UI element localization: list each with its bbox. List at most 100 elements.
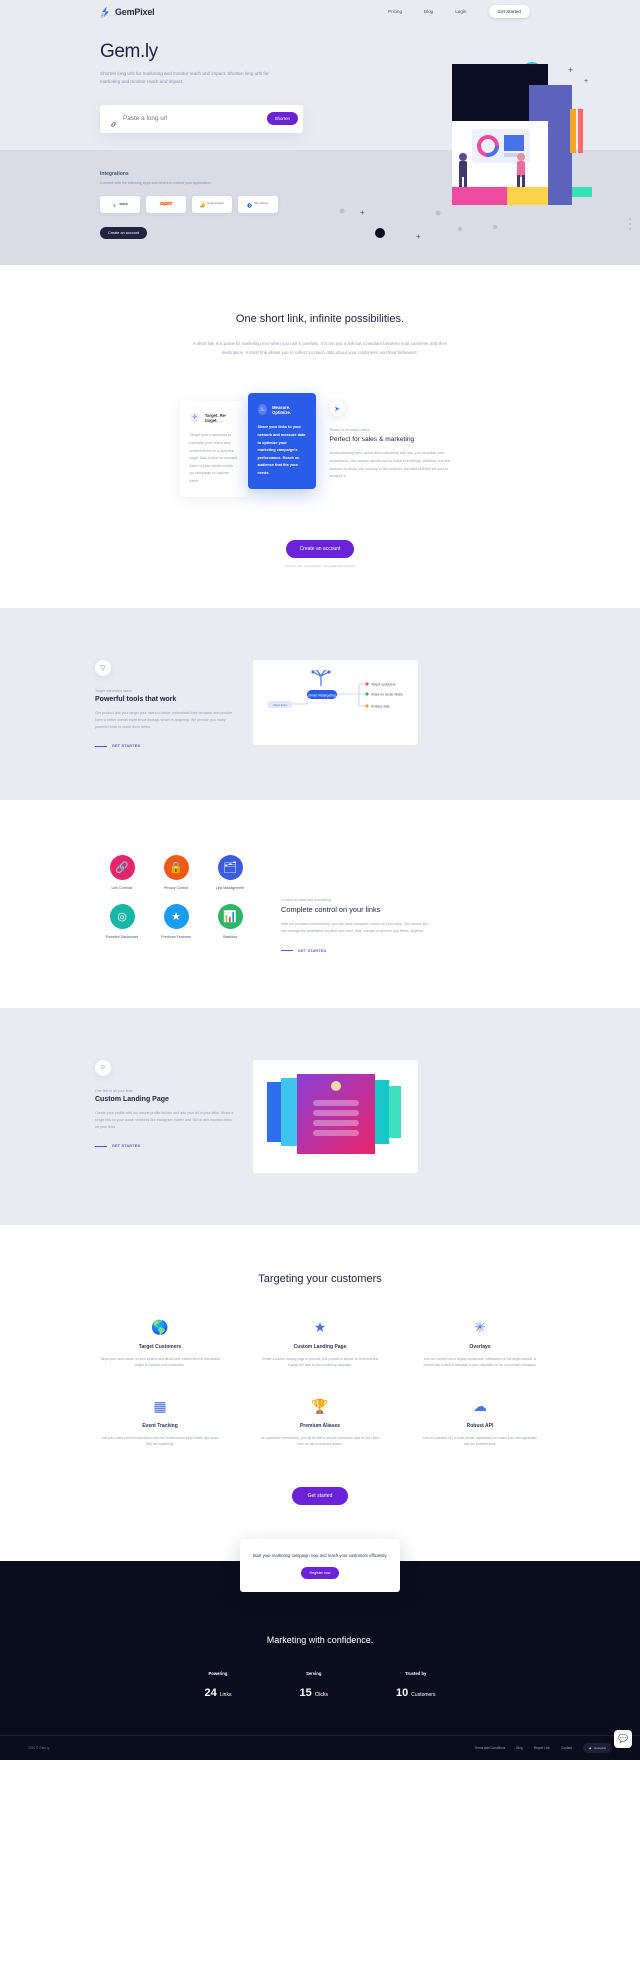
card-title: Target. Re-target.: [204, 412, 227, 423]
feature-cards: ✛ Target. Re-target. Target your custome…: [0, 393, 640, 497]
globe-icon: 🌎: [151, 1318, 169, 1335]
google-analytics-icon: [199, 195, 205, 213]
nav-item-blog[interactable]: Blog: [424, 9, 433, 14]
targeting-item-premium-aliases: 🏆 Premium Aliases As a premium membershi…: [250, 1398, 390, 1447]
targeting-section: Targeting your customers 🌎 Target Custom…: [0, 1224, 640, 1535]
targeting-item-robust-api: ☁ Robust API Use our powerful API to bui…: [410, 1398, 550, 1447]
tools-section: ▽ Target interested users Powerful tools…: [0, 607, 640, 801]
integration-zapier[interactable]: zapier: [146, 195, 186, 213]
slack-icon: [112, 195, 117, 213]
api-icon: ☁: [473, 1398, 487, 1415]
dashboard-icon: ◎: [109, 904, 135, 930]
item-title: Premium Aliases: [299, 1423, 341, 1430]
search-input[interactable]: [123, 115, 267, 123]
profile-body: Create your profile with our simple prof…: [95, 1110, 234, 1129]
brand-logo[interactable]: GemPixel: [100, 6, 155, 18]
funnel-icon: ▽: [95, 659, 111, 676]
targeting-item-target-customers: 🌎 Target Customers Target your users bas…: [90, 1319, 230, 1368]
card-sales-marketing: ➤ Reach & increase sales. Perfect for sa…: [316, 401, 461, 480]
feature-label: Statistics: [222, 935, 238, 940]
tools-body: Our product lets your target your users …: [95, 710, 233, 729]
possibilities-section: One short link, infinite possibilities. …: [0, 264, 640, 608]
feature-dashboard[interactable]: ◎ Powerful Dashboard: [95, 904, 149, 939]
stat-value: 10 Customers: [396, 1683, 435, 1701]
stat-kicker: Trusted by: [405, 1670, 427, 1676]
tools-diagram: Smart Retargeting Short links Target cus…: [253, 659, 418, 745]
feature-link-controls[interactable]: 🔗 Link Controls: [95, 855, 149, 890]
create-account-button-2[interactable]: Create an account: [285, 539, 355, 558]
feature-label: Premium Features: [161, 935, 191, 940]
targeting-item-custom-landing-page: ★ Custom Landing Page Create a custom la…: [250, 1319, 390, 1368]
premium-star-icon: ★: [163, 904, 189, 930]
cta-block: Create an account Start for free, upgrad…: [0, 537, 640, 568]
footer-link-report[interactable]: Report Link: [534, 1746, 550, 1750]
item-desc: As a premium membership, you will be abl…: [260, 1436, 380, 1447]
page-root: GemPixel Pricing Blog Login Get Started: [0, 0, 640, 1760]
item-title: Robust API: [466, 1423, 494, 1430]
svg-text:+: +: [416, 232, 421, 241]
zapier-icon: zapier: [159, 201, 173, 208]
user-circle-icon: ☺: [95, 1059, 111, 1076]
card-title: Measure. Optimize.: [272, 404, 291, 415]
page-title: Gem.ly: [100, 41, 158, 62]
footer-link-terms[interactable]: Terms and Conditions: [474, 1746, 505, 1750]
integration-bitly[interactable]: Bitly Analytics: [238, 195, 278, 213]
top-navigation: GemPixel Pricing Blog Login Get Started: [0, 0, 640, 23]
feature-privacy-control[interactable]: 🔒 Privacy Control: [149, 855, 203, 890]
get-started-button-2[interactable]: Get started: [291, 1486, 349, 1505]
card-header: ✛ Target. Re-target.: [189, 412, 238, 424]
copyright: 2020 © Gem.ly: [28, 1745, 50, 1750]
stat-clicks: Serving 15 Clicks: [299, 1671, 328, 1701]
svg-text:Analyze data: Analyze data: [371, 704, 390, 708]
footer-link-blog[interactable]: Blog: [516, 1746, 522, 1750]
stat-value: 15 Clicks: [299, 1683, 328, 1701]
create-account-button[interactable]: Create an account: [100, 226, 148, 239]
profile-split: ☺ One link to all your links Custom Land…: [0, 1059, 640, 1173]
overlay-icon: ✳: [474, 1318, 486, 1335]
feature-link-management[interactable]: 🗂 Link Management: [203, 855, 257, 890]
features-kicker: Control on each and everything.: [281, 898, 332, 903]
feature-statistics[interactable]: 📊 Statistics: [203, 904, 257, 939]
targeting-title: Targeting your customers: [258, 1272, 382, 1285]
tools-kicker: Target interested users: [95, 688, 132, 693]
footer-link-contact[interactable]: Contact: [561, 1746, 572, 1750]
targeting-grid: 🌎 Target Customers Target your users bas…: [0, 1319, 640, 1448]
feature-label: Privacy Control: [163, 886, 189, 891]
integration-slack[interactable]: slack: [100, 195, 140, 213]
chat-widget-icon[interactable]: 💬: [614, 1729, 632, 1748]
feature-premium[interactable]: ★ Premium Features: [149, 904, 203, 939]
stat-customers: Trusted by 10 Customers: [396, 1671, 435, 1701]
register-now-button[interactable]: Register now: [300, 1567, 340, 1580]
link-controls-icon: 🔗: [109, 855, 135, 881]
card-target-retarget: ✛ Target. Re-target. Target your custome…: [179, 401, 248, 497]
svg-text:+: +: [360, 208, 365, 217]
feature-label: Powerful Dashboard: [105, 935, 139, 940]
gempixel-badge[interactable]: ◆ Gempixel: [583, 1742, 612, 1753]
nav-item-pricing[interactable]: Pricing: [388, 9, 402, 14]
stat-number: 24: [204, 1686, 217, 1699]
footer-section: Start your marketing campaign now and re…: [0, 1538, 640, 1760]
tools-split: ▽ Target interested users Powerful tools…: [0, 659, 640, 748]
item-desc: Target your users based on their locatio…: [100, 1356, 220, 1367]
link-icon: [110, 115, 117, 128]
stat-unit: Links: [219, 1691, 232, 1698]
profile-copy: ☺ One link to all your links Custom Land…: [95, 1059, 235, 1148]
hero-subtitle: Shorten long urls for marketing and moni…: [100, 71, 269, 85]
integration-google-analytics[interactable]: Google Analytics: [192, 195, 232, 213]
tools-get-started-link[interactable]: GET STARTED: [95, 744, 235, 748]
targeting-item-overlays: ✳ Overlays Use our overlay tool to displ…: [410, 1319, 550, 1368]
badge-label: Gempixel: [594, 1745, 606, 1750]
shorten-button[interactable]: Shorten: [266, 112, 298, 126]
profile-get-started-link[interactable]: GET STARTED: [95, 1144, 235, 1148]
integration-label: slack: [119, 202, 128, 207]
nav-item-login[interactable]: Login: [455, 9, 466, 14]
svg-text:Target customers: Target customers: [371, 682, 396, 686]
svg-text:Smart Retargeting: Smart Retargeting: [308, 693, 336, 697]
features-get-started-link[interactable]: GET STARTED: [281, 949, 431, 953]
get-started-button[interactable]: Get Started: [488, 5, 530, 18]
feature-icon-grid: 🔗 Link Controls 🔒 Privacy Control 🗂 Link…: [95, 855, 257, 939]
stat-links: Powering 24 Links: [205, 1671, 232, 1701]
features-body: With our premium membership, you will ha…: [281, 922, 429, 934]
footer-headline: Marketing with confidence.: [266, 1634, 374, 1645]
stat-number: 15: [299, 1686, 312, 1699]
